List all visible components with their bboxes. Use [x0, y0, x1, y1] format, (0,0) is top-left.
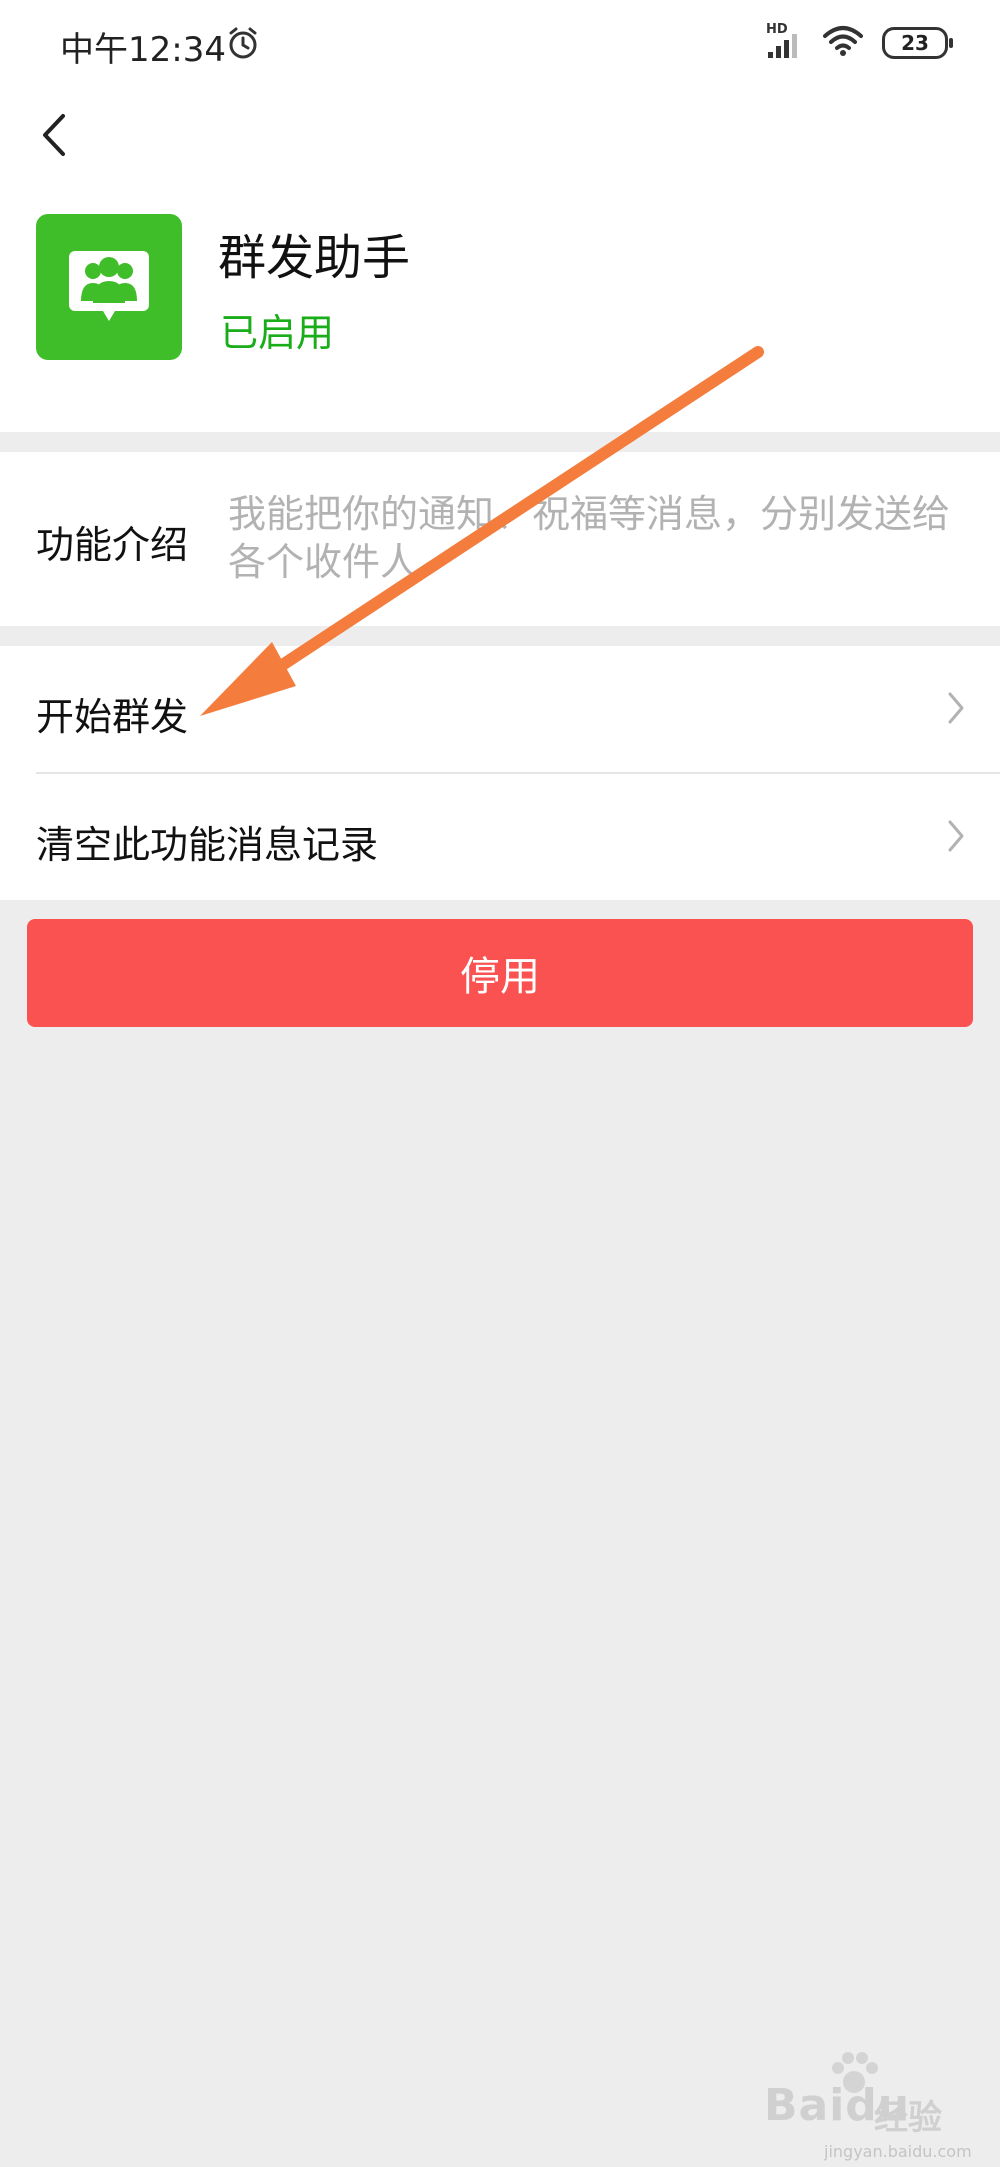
back-arrow-icon	[43, 114, 65, 156]
feature-header: 群发助手 已启用	[0, 180, 1000, 432]
chevron-right-icon	[948, 692, 964, 724]
intro-text: 我能把你的通知、祝福等消息，分别发送给各个收件人	[228, 492, 951, 584]
intro-section: 功能介绍 我能把你的通知、祝福等消息，分别发送给各个收件人	[0, 452, 1000, 626]
back-button[interactable]	[24, 100, 84, 170]
wifi-icon	[822, 24, 864, 62]
alarm-icon	[226, 26, 260, 64]
signal-icon: HD	[766, 22, 804, 60]
nav-bar	[0, 90, 1000, 180]
battery-indicator: 23	[882, 27, 953, 59]
group-send-app-icon	[36, 214, 182, 360]
start-group-send-item[interactable]: 开始群发	[0, 646, 1000, 774]
intro-label: 功能介绍	[36, 523, 189, 567]
menu-item-label: 开始群发	[36, 695, 189, 739]
feature-title: 群发助手	[218, 230, 411, 286]
baidu-watermark: Baidu 经验 jingyan.baidu.com	[764, 2050, 984, 2161]
status-bar: 中午12:34 HD 23	[0, 0, 1000, 90]
group-chat-icon	[69, 251, 149, 321]
status-indicators: HD 23	[766, 22, 953, 62]
action-menu: 开始群发 清空此功能消息记录	[0, 646, 1000, 900]
clear-history-item[interactable]: 清空此功能消息记录	[0, 774, 1000, 900]
menu-item-label: 清空此功能消息记录	[36, 823, 379, 867]
watermark-url: jingyan.baidu.com	[824, 2142, 972, 2161]
disable-button[interactable]: 停用	[27, 919, 973, 1027]
watermark-sub: 经验	[874, 2098, 942, 2138]
feature-status: 已启用	[220, 311, 335, 355]
status-time: 中午12:34	[60, 30, 226, 70]
chevron-right-icon	[948, 820, 964, 852]
